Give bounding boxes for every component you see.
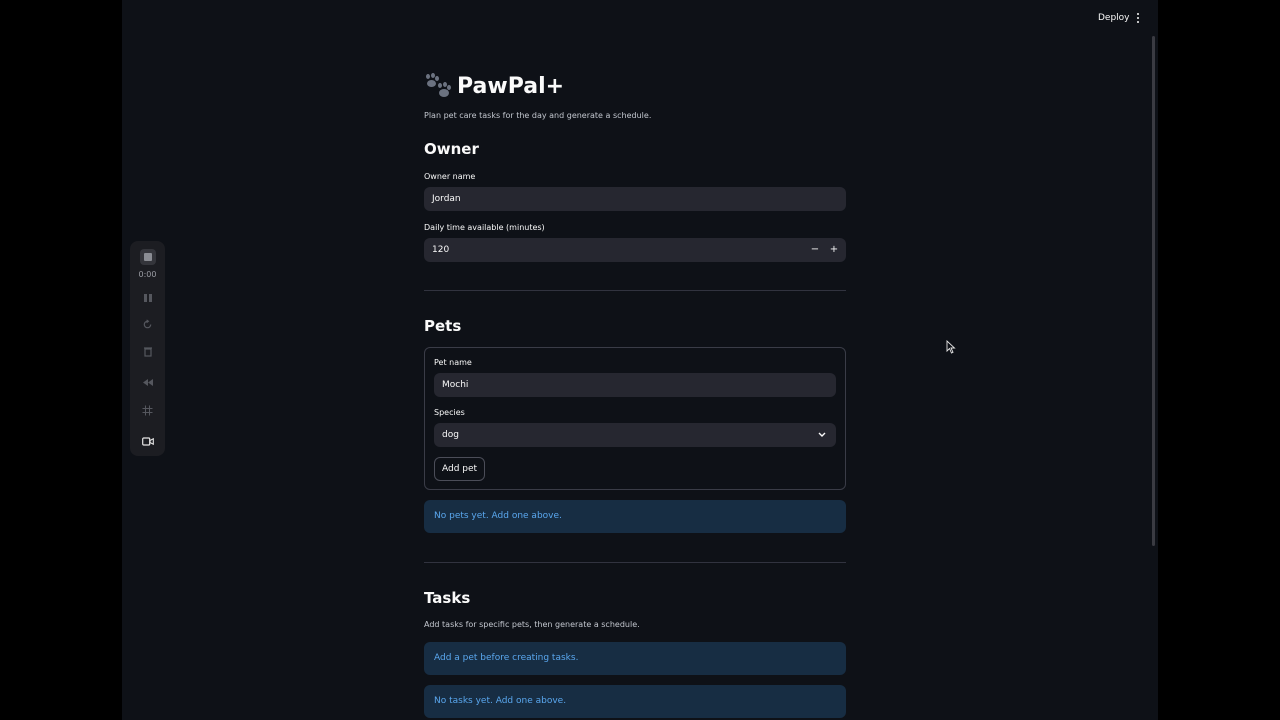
tasks-caption: Add tasks for specific pets, then genera… — [424, 620, 640, 629]
pets-heading: Pets — [424, 317, 462, 335]
daily-time-stepper[interactable]: 120 − + — [424, 238, 846, 262]
pet-name-input[interactable]: Mochi — [434, 373, 836, 397]
top-toolbar: Deploy — [122, 0, 1158, 36]
app-title: PawPal+ — [457, 73, 565, 99]
no-tasks-alert: No tasks yet. Add one above. — [424, 685, 846, 718]
mouse-cursor-icon — [946, 340, 956, 354]
tasks-heading: Tasks — [424, 589, 471, 607]
app-subtitle: Plan pet care tasks for the day and gene… — [424, 111, 652, 120]
stop-icon[interactable] — [130, 247, 165, 267]
add-pet-first-alert: Add a pet before creating tasks. — [424, 642, 846, 675]
restart-icon[interactable] — [130, 317, 165, 331]
species-value: dog — [442, 430, 459, 440]
add-pet-form: Pet name Mochi Species dog Add pet — [424, 347, 846, 490]
pause-icon[interactable] — [130, 291, 165, 305]
species-label: Species — [434, 408, 465, 417]
pet-name-label: Pet name — [434, 358, 472, 367]
daily-time-value: 120 — [432, 245, 450, 255]
divider — [424, 562, 846, 563]
chevron-down-icon — [818, 432, 826, 437]
grid-icon[interactable] — [130, 403, 165, 417]
species-select[interactable]: dog — [434, 423, 836, 447]
daily-time-label: Daily time available (minutes) — [424, 223, 545, 232]
owner-name-input[interactable]: Jordan — [424, 187, 846, 211]
trash-icon[interactable] — [130, 344, 165, 358]
increment-button[interactable]: + — [825, 238, 843, 262]
recording-timer: 0:00 — [138, 270, 157, 279]
page-title: PawPal+ — [424, 70, 564, 102]
kebab-icon[interactable] — [1132, 8, 1144, 28]
add-pet-button[interactable]: Add pet — [434, 457, 486, 481]
owner-heading: Owner — [424, 140, 479, 158]
no-pets-alert: No pets yet. Add one above. — [424, 500, 846, 533]
divider — [424, 290, 846, 291]
owner-name-label: Owner name — [424, 172, 476, 181]
rewind-icon[interactable] — [130, 375, 165, 389]
paw-prints-icon — [424, 73, 452, 99]
app-window: Deploy PawPal+ Plan pet care tasks for t… — [122, 0, 1158, 720]
scrollbar[interactable] — [1152, 36, 1155, 546]
decrement-button[interactable]: − — [806, 238, 824, 262]
camera-icon[interactable] — [130, 434, 165, 448]
